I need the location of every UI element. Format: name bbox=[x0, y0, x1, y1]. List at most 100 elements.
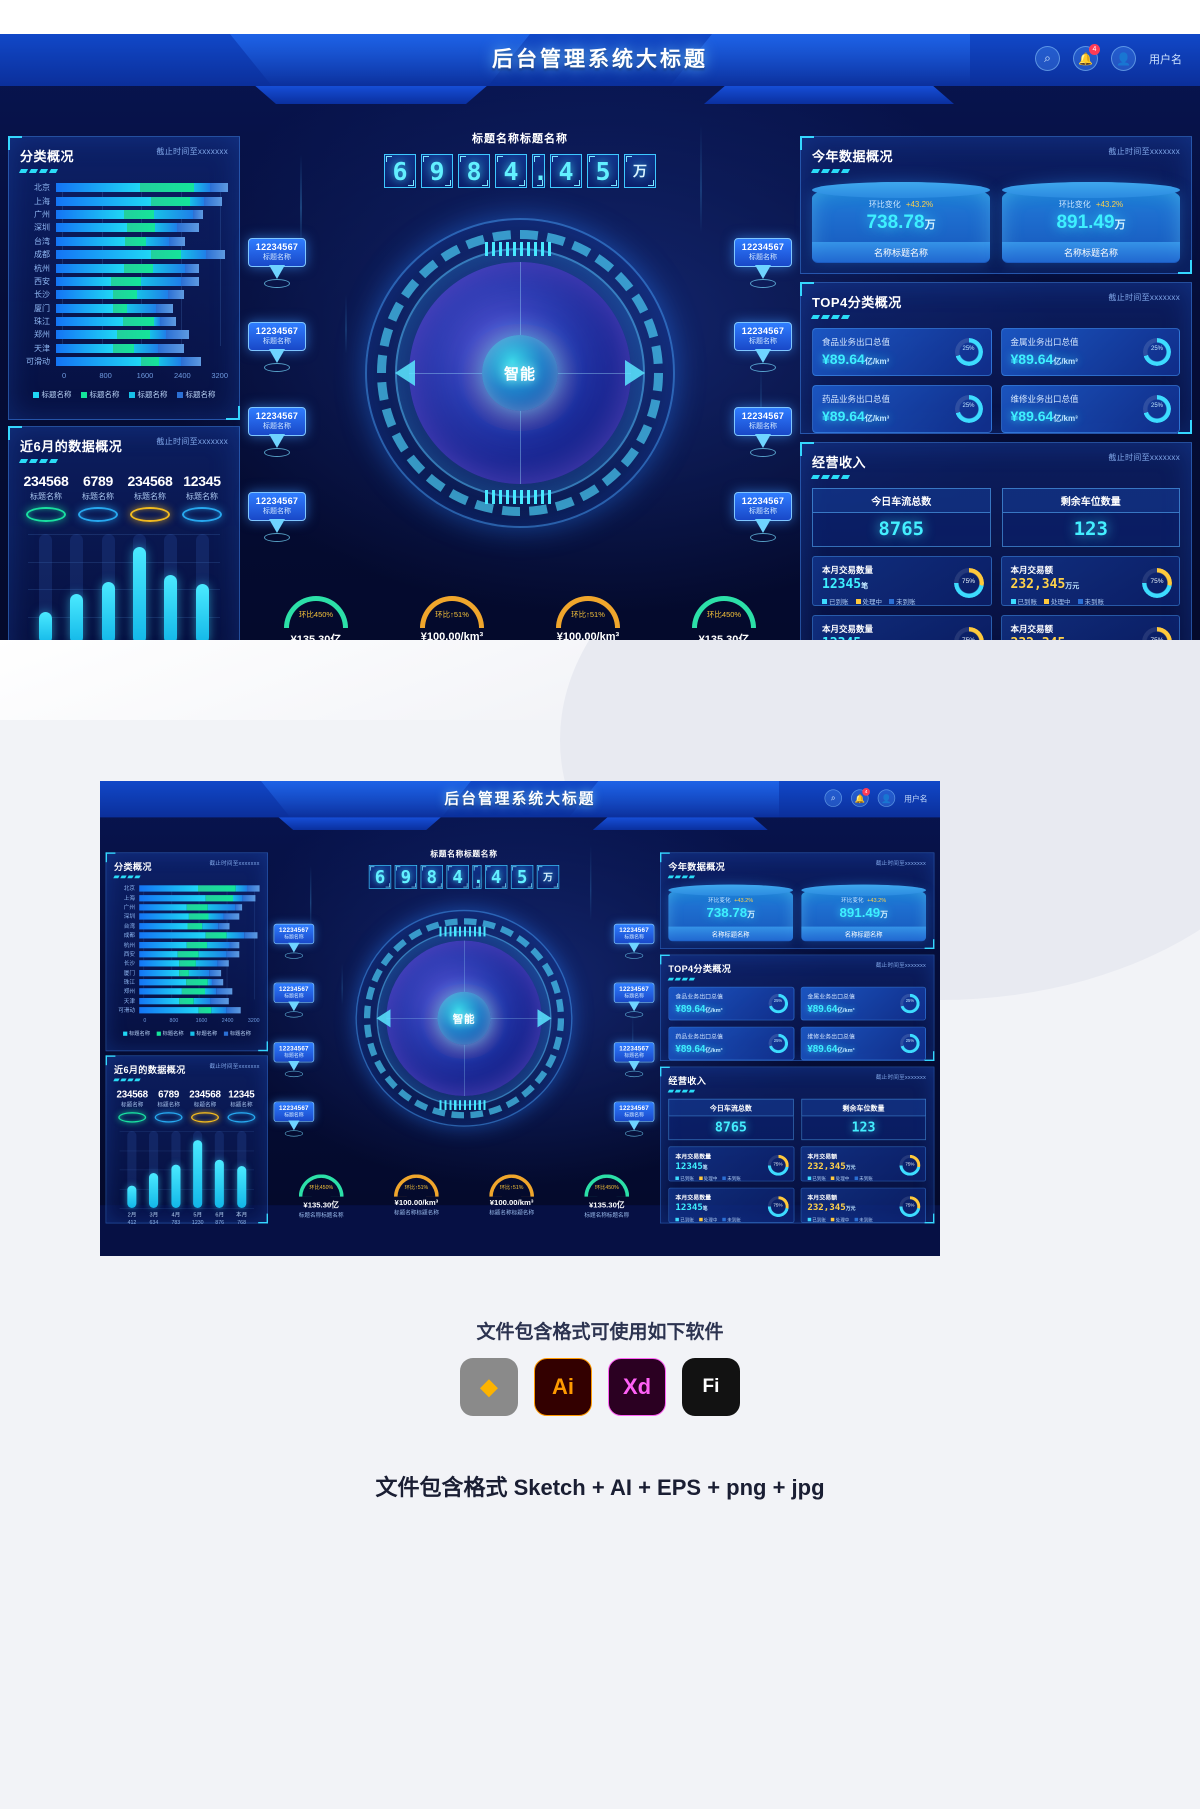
map-tag-value: 12234567 bbox=[255, 411, 299, 421]
map-pin-icon bbox=[288, 1061, 300, 1071]
bar-segment bbox=[56, 317, 123, 327]
panel-meta: 截止时间至xxxxxxx bbox=[1108, 293, 1180, 302]
legend-swatch bbox=[889, 598, 894, 604]
radar-core-label: 智能 bbox=[503, 365, 536, 383]
top4-card[interactable]: 维修业务出口总值 ¥89.64亿/km³ 25% bbox=[800, 1026, 926, 1061]
top4-card[interactable]: 维修业务出口总值 ¥89.64亿/km³ 25% bbox=[1000, 385, 1180, 433]
map-tag-right[interactable]: 12234567 标题名称 bbox=[613, 923, 655, 959]
odometer-digit: 6 bbox=[368, 865, 392, 889]
bar-row-label: 台湾 bbox=[34, 236, 50, 246]
xd-icon: Xd bbox=[608, 1358, 666, 1416]
radar-arrow-left bbox=[376, 1009, 391, 1028]
map-tag-label: 标题名称 bbox=[284, 935, 304, 940]
bar-segment bbox=[243, 894, 256, 902]
legend-label: 已到账 bbox=[680, 1217, 694, 1223]
map-tag-label: 标题名称 bbox=[263, 338, 291, 345]
map-tag-left[interactable]: 12234567 标题名称 bbox=[248, 407, 306, 457]
legend-item: 标题名称 bbox=[156, 1030, 184, 1038]
bell-icon[interactable]: 🔔 4 bbox=[1073, 44, 1100, 71]
transaction-card[interactable]: 本月交易额232,345万元已到账处理中未到账75% bbox=[1000, 556, 1180, 606]
map-tag-value: 12234567 bbox=[619, 926, 649, 934]
bar-track bbox=[139, 960, 259, 967]
bar-segment bbox=[209, 969, 222, 977]
bar-segment bbox=[180, 357, 202, 367]
top4-card[interactable]: 药品业务出口总值 ¥89.64亿/km³ 25% bbox=[812, 385, 992, 433]
bar-segment bbox=[205, 932, 227, 939]
map-tag-label: 标题名称 bbox=[284, 993, 304, 999]
bar-chart-row: 厦门 bbox=[114, 968, 260, 977]
transaction-card[interactable]: 本月交易数量12345笔已到账处理中未到账75% bbox=[812, 556, 992, 606]
bar-track bbox=[56, 209, 228, 219]
transaction-card[interactable]: 本月交易额232,345万元已到账处理中未到账75% bbox=[1000, 615, 1180, 640]
chart-x-axis: 0 800 1600 2400 3200 bbox=[62, 371, 228, 380]
stat-value: 234568 bbox=[127, 473, 173, 489]
legend-swatch bbox=[807, 1176, 811, 1180]
map-pin-base bbox=[264, 279, 290, 288]
bar-segment bbox=[210, 997, 229, 1005]
bar-segment bbox=[197, 885, 236, 892]
top4-card[interactable]: 金属业务出口总值 ¥89.64亿/km³ 25% bbox=[1000, 328, 1180, 376]
map-pin-icon bbox=[269, 265, 285, 279]
title-ticks bbox=[18, 459, 122, 463]
legend-label: 标题名称 bbox=[196, 1030, 218, 1037]
top4-donut-pct: 25% bbox=[1150, 346, 1163, 352]
top4-donut-icon bbox=[768, 1033, 788, 1054]
map-tag-right[interactable]: 12234567 标题名称 bbox=[734, 322, 792, 372]
user-icon[interactable]: 👤 bbox=[1111, 46, 1136, 71]
transaction-card[interactable]: 本月交易额232,345万元已到账处理中未到账75% bbox=[800, 1146, 926, 1182]
user-icon[interactable]: 👤 bbox=[877, 789, 896, 807]
search-icon[interactable]: ⌕ bbox=[1035, 46, 1060, 71]
map-tag-right[interactable]: 12234567 标题名称 bbox=[613, 1101, 655, 1137]
top4-card[interactable]: 食品业务出口总值 ¥89.64亿/km³ 25% bbox=[812, 328, 992, 376]
map-pin-base bbox=[625, 1011, 644, 1018]
bar-row-label: 郑州 bbox=[123, 988, 135, 995]
top4-grid: 食品业务出口总值 ¥89.64亿/km³ 25% 金属业务出口总值 ¥89.64亿/km… bbox=[812, 328, 1180, 433]
bar-segment bbox=[140, 276, 181, 286]
map-tag-right[interactable]: 12234567 标题名称 bbox=[734, 407, 792, 457]
top4-card[interactable]: 食品业务出口总值 ¥89.64亿/km³ 25% bbox=[668, 986, 795, 1021]
top4-donut-pct: 25% bbox=[773, 1039, 783, 1044]
axis-tick: 3200 bbox=[247, 1017, 260, 1024]
bar-segment bbox=[122, 317, 154, 327]
transaction-card[interactable]: 本月交易额232,345万元已到账处理中未到账75% bbox=[800, 1187, 926, 1223]
top4-card[interactable]: 金属业务出口总值 ¥89.64亿/km³ 25% bbox=[800, 986, 926, 1021]
search-icon[interactable]: ⌕ bbox=[824, 789, 842, 807]
map-tag-right[interactable]: 12234567 标题名称 bbox=[734, 492, 792, 542]
top4-card[interactable]: 药品业务出口总值 ¥89.64亿/km³ 25% bbox=[668, 1026, 795, 1061]
bar-segment bbox=[110, 276, 141, 286]
bar-chart-row: 上海 bbox=[114, 893, 260, 902]
panel-classification-overview: 分类概况 截止时间至xxxxxxx 北京 上海 广州 深圳 台湾 成都 杭州 西安 长沙 厦门 珠江 郑州… bbox=[105, 852, 268, 1052]
map-tag-value: 12234567 bbox=[279, 926, 309, 934]
map-tag-left[interactable]: 12234567 标题名称 bbox=[248, 322, 306, 372]
illustrator-icon: Ai bbox=[534, 1358, 592, 1416]
gauge-pct: 环比↑51% bbox=[404, 1184, 429, 1191]
bell-icon[interactable]: 🔔 4 bbox=[851, 788, 870, 807]
odometer: 6984.45万 bbox=[248, 154, 792, 188]
map-tag-left[interactable]: 12234567 标题名称 bbox=[273, 1042, 315, 1078]
map-tag-left[interactable]: 12234567 标题名称 bbox=[273, 1101, 315, 1137]
column-fill bbox=[101, 582, 115, 640]
map-tag-left[interactable]: 12234567 标题名称 bbox=[273, 982, 315, 1018]
transaction-card[interactable]: 本月交易数量12345笔已到账处理中未到账75% bbox=[668, 1146, 795, 1182]
transaction-card[interactable]: 本月交易数量12345笔已到账处理中未到账75% bbox=[812, 615, 992, 640]
legend-swatch bbox=[1044, 598, 1049, 604]
map-tag-right[interactable]: 12234567 标题名称 bbox=[613, 1042, 655, 1078]
panel-operating-revenue: 经营收入 截止时间至xxxxxxx 今日车流总数 8765 剩余车位数量 123 本月交易数… bbox=[800, 442, 1192, 640]
map-tag-left[interactable]: 12234567 标题名称 bbox=[248, 238, 306, 288]
transaction-legend: 已到账 处理中 未到账 bbox=[807, 1174, 919, 1181]
transaction-card[interactable]: 本月交易数量12345笔已到账处理中未到账75% bbox=[668, 1187, 795, 1223]
title-ticks bbox=[18, 169, 74, 173]
legend-swatch bbox=[223, 1031, 228, 1036]
gauge: 环比450% ¥135.30亿标题名称标题名称 bbox=[559, 1174, 654, 1219]
bar-chart-row: 天津 bbox=[20, 342, 228, 355]
page-title: 后台管理系统大标题 bbox=[492, 48, 708, 71]
map-tag-left[interactable]: 12234567 标题名称 bbox=[273, 923, 315, 959]
bar-chart-vertical bbox=[114, 1131, 260, 1209]
map-tag-right[interactable]: 12234567 标题名称 bbox=[734, 238, 792, 288]
panel-top4-categories: TOP4分类概况 截止时间至xxxxxxx 食品业务出口总值 ¥89.64亿/km³ 2… bbox=[800, 282, 1192, 434]
map-tag-left[interactable]: 12234567 标题名称 bbox=[248, 492, 306, 542]
legend-swatch bbox=[722, 1176, 726, 1180]
bar-row-label: 深圳 bbox=[123, 913, 135, 920]
legend-item: 标题名称 bbox=[223, 1030, 251, 1038]
map-tag-right[interactable]: 12234567 标题名称 bbox=[613, 982, 655, 1018]
